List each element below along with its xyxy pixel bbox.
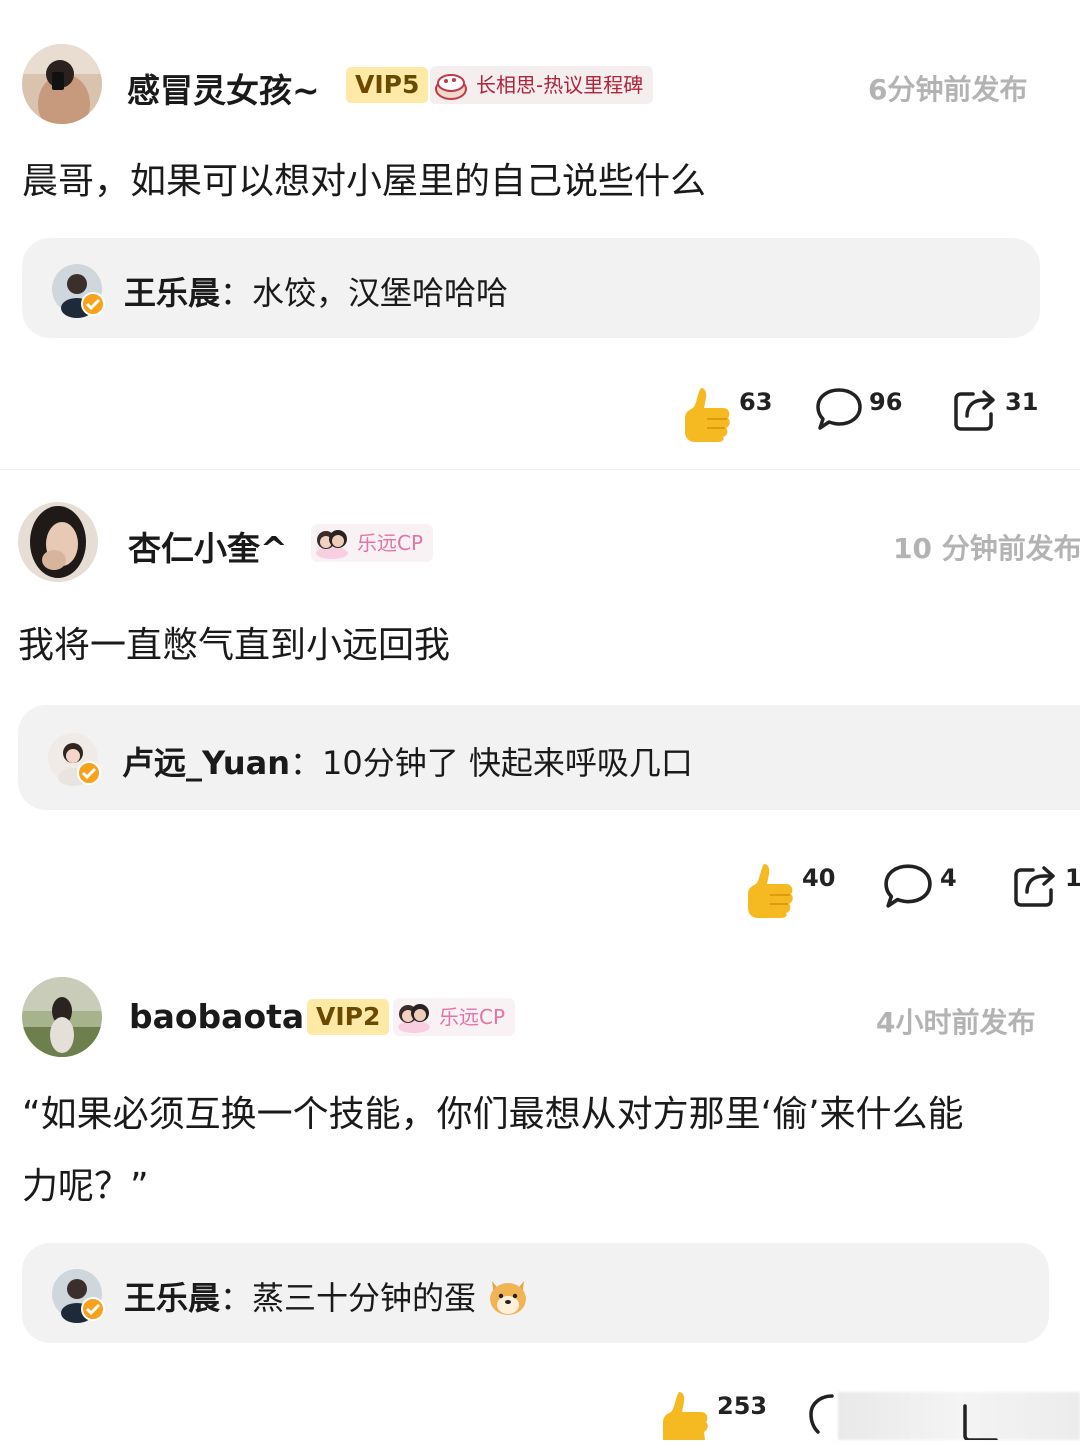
obscured-region xyxy=(838,1392,1080,1440)
vip-badge: VIP5 xyxy=(346,67,429,103)
share-button[interactable]: 1 xyxy=(1013,862,1080,908)
comment-button[interactable]: 4 xyxy=(882,862,957,910)
comment-text: 晨哥，如果可以想对小屋里的自己说些什么 xyxy=(22,161,707,202)
fan-badge-label: 长相思-热议里程碑 xyxy=(476,73,644,97)
fan-badge[interactable]: 乐远CP xyxy=(311,524,434,562)
avatar[interactable] xyxy=(18,502,98,582)
reply-content: 王乐晨：水饺，汉堡哈哈哈 xyxy=(124,268,508,314)
comment-icon xyxy=(884,864,932,908)
share-count: 31 xyxy=(1005,388,1039,416)
reply-avatar[interactable] xyxy=(52,264,105,318)
thumbs-up-icon xyxy=(685,388,730,442)
post-time: 4小时前发布 xyxy=(876,1006,1036,1039)
thumbs-up-icon xyxy=(748,864,793,918)
reply-author[interactable]: 王乐晨 xyxy=(124,1279,220,1317)
emoji-dog-icon xyxy=(490,1281,527,1315)
share-icon xyxy=(954,390,995,431)
reply-content: 王乐晨：蒸三十分钟的蛋 xyxy=(124,1273,530,1319)
reply-text: 10分钟了 快起来呼吸几口 xyxy=(322,744,693,782)
post-time: 6分钟前发布 xyxy=(868,73,1028,106)
post-time: 10 分钟前发布 xyxy=(893,532,1080,565)
reply-box[interactable]: 卢远_Yuan：10分钟了 快起来呼吸几口 xyxy=(18,705,1080,810)
reply-avatar[interactable] xyxy=(48,733,101,786)
share-icon xyxy=(963,1404,998,1442)
reply-text: 水饺，汉堡哈哈哈 xyxy=(252,274,509,312)
comment-text-line-2: 力呢？” xyxy=(22,1166,149,1207)
fan-badge-label: 乐远CP xyxy=(357,531,424,555)
comment-count: 4 xyxy=(940,864,957,892)
reply-author[interactable]: 卢远_Yuan xyxy=(122,744,290,782)
reply-text: 蒸三十分钟的蛋 xyxy=(252,1279,477,1317)
comment-card: 杏仁小奎^ 乐远CP 10 分钟前发布 我将一直憋气直到小远回我 卢远_Yuan… xyxy=(0,470,1080,940)
comment-card: baobaota VIP2 乐远CP 4小时前发布 “如果必须互换一个技能，你们… xyxy=(0,940,1080,1442)
comment-card: 感冒灵女孩~ VIP5 长相思-热议里程碑 6分钟前发布 晨哥，如果可以想对小屋… xyxy=(0,0,1080,470)
comment-icon xyxy=(816,388,862,430)
like-count: 63 xyxy=(739,388,773,416)
reply-content: 卢远_Yuan：10分钟了 快起来呼吸几口 xyxy=(122,738,693,784)
share-button[interactable]: 31 xyxy=(953,386,1038,432)
reply-separator: ： xyxy=(220,1279,253,1317)
like-button[interactable]: 40 xyxy=(746,862,835,918)
avatar[interactable] xyxy=(22,977,102,1057)
vip-badge: VIP2 xyxy=(307,999,390,1035)
fan-badge-label: 乐远CP xyxy=(439,1005,506,1029)
reply-separator: ： xyxy=(220,274,253,312)
like-count: 40 xyxy=(802,864,836,892)
share-count: 1 xyxy=(1065,864,1080,892)
reply-box[interactable]: 王乐晨：水饺，汉堡哈哈哈 xyxy=(22,238,1040,338)
username[interactable]: 感冒灵女孩~ xyxy=(127,64,320,112)
reply-separator: ： xyxy=(290,744,323,782)
badge-couple-icon xyxy=(316,530,348,559)
badge-cake-icon xyxy=(435,74,467,100)
reply-avatar[interactable] xyxy=(52,1269,105,1323)
fan-badge[interactable]: 乐远CP xyxy=(393,998,516,1036)
comment-text-line-1: “如果必须互换一个技能，你们最想从对方那里‘偷’来什么能 xyxy=(22,1094,964,1135)
comment-text: 我将一直憋气直到小远回我 xyxy=(18,625,451,666)
like-count: 253 xyxy=(717,1392,768,1420)
share-button[interactable] xyxy=(962,1400,1002,1442)
share-icon xyxy=(1014,866,1055,907)
thumbs-up-icon xyxy=(663,1392,708,1440)
fan-badge[interactable]: 长相思-热议里程碑 xyxy=(430,66,654,104)
like-button[interactable]: 253 xyxy=(661,1390,767,1440)
username[interactable]: 杏仁小奎^ xyxy=(128,522,288,570)
username[interactable]: baobaota xyxy=(129,997,304,1036)
like-button[interactable]: 63 xyxy=(683,386,772,442)
badge-couple-icon xyxy=(398,1004,430,1033)
avatar[interactable] xyxy=(22,44,102,124)
comment-count: 96 xyxy=(869,388,903,416)
comment-button[interactable]: 96 xyxy=(815,386,902,432)
reply-box[interactable]: 王乐晨：蒸三十分钟的蛋 xyxy=(22,1243,1049,1343)
reply-author[interactable]: 王乐晨 xyxy=(124,274,220,312)
